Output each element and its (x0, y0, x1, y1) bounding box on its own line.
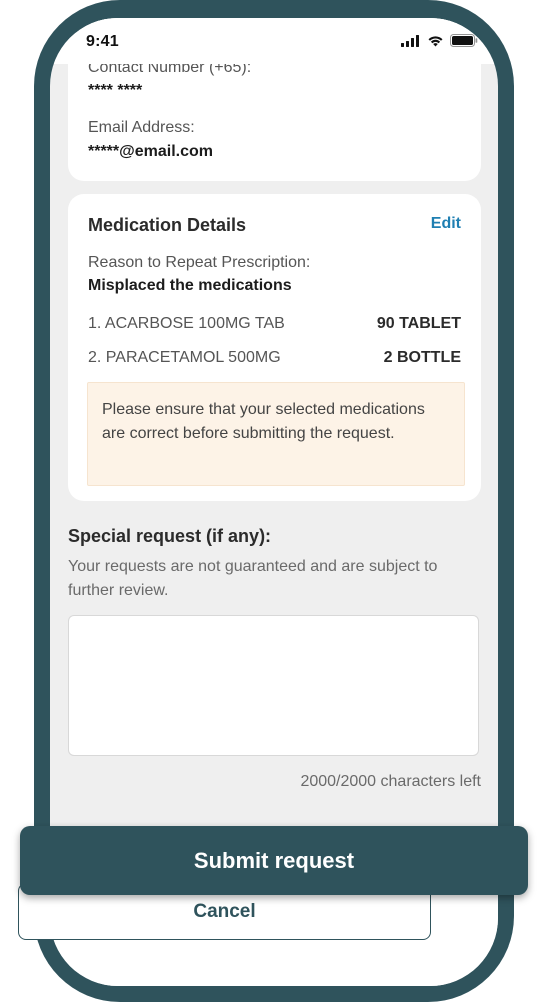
phone-value: **** **** (88, 82, 143, 99)
special-request-subtitle: Your requests are not guaranteed and are… (68, 558, 438, 599)
medication-card: Medication Details Edit Reason to Repeat… (68, 194, 481, 501)
reason-label: Reason to Repeat Prescription: (88, 254, 311, 271)
status-bar: 9:41 (50, 18, 498, 64)
special-request-input[interactable] (68, 615, 479, 756)
medication-name: 1. ACARBOSE 100MG TAB (88, 315, 285, 332)
medication-quantity: 2 BOTTLE (383, 349, 461, 366)
wifi-icon (428, 35, 443, 46)
email-label: Email Address: (88, 119, 195, 136)
medication-title: Medication Details (88, 215, 247, 235)
cellular-signal-icon (401, 34, 419, 47)
edit-link[interactable]: Edit (431, 215, 461, 233)
character-count: 2000/2000 characters left (300, 773, 481, 790)
email-value: *****@email.com (88, 143, 213, 160)
notice-box: Please ensure that your selected medicat… (87, 382, 465, 486)
medication-name: 2. PARACETAMOL 500MG (88, 349, 281, 366)
notice-text: Please ensure that your selected medicat… (102, 401, 425, 442)
status-time: 9:41 (86, 33, 119, 50)
medication-quantity: 90 TABLET (376, 315, 461, 332)
medication-row: 2. PARACETAMOL 500MG 2 BOTTLE (88, 349, 461, 371)
status-icons (401, 34, 478, 47)
reason-value: Misplaced the medications (88, 277, 292, 294)
battery-icon (450, 34, 478, 47)
submit-request-button[interactable]: Submit request (20, 826, 528, 895)
special-request-title: Special request (if any): (68, 526, 272, 546)
medication-row: 1. ACARBOSE 100MG TAB 90 TABLET (88, 315, 461, 337)
